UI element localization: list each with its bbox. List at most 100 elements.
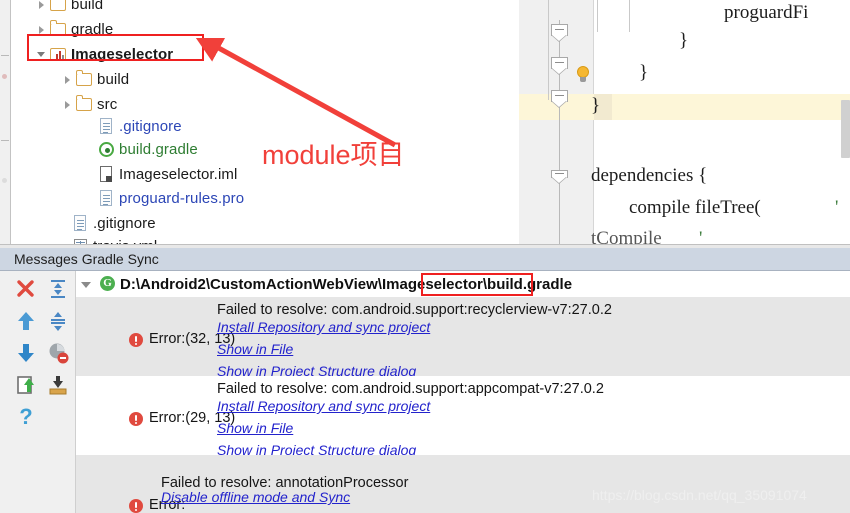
chevron-right-icon[interactable]	[35, 17, 49, 42]
folder-icon	[49, 0, 69, 17]
error-icon	[129, 412, 143, 426]
path-suffix: \build.gradle	[482, 275, 573, 293]
tree-item-label: gradle	[71, 21, 114, 38]
messages-panel-titlebar[interactable]: Messages Gradle Sync	[0, 248, 850, 271]
export-icon[interactable]	[13, 372, 39, 398]
file-icon	[97, 186, 117, 211]
tree-item-label: build	[71, 0, 104, 13]
stripe-mark	[1, 55, 9, 56]
editor-scrollbar[interactable]	[841, 100, 850, 158]
code-line: }	[591, 95, 601, 116]
svg-text:?: ?	[19, 404, 32, 429]
tree-item-label: Imageselector.iml	[119, 166, 238, 183]
tree-item-imageselector-iml[interactable]: Imageselector.iml	[83, 162, 237, 187]
screenshot-root: build gradle Imageselector build src .gitigno…	[0, 0, 850, 513]
code-fold-marker[interactable]	[551, 24, 568, 42]
code-fold-marker[interactable]	[551, 90, 568, 108]
indent-guide	[597, 0, 598, 32]
stripe-mark	[1, 140, 9, 141]
error-quickfix-link[interactable]: Show in File	[217, 420, 293, 436]
error-quickfix-link[interactable]: Show in File	[217, 341, 293, 357]
tree-item-imageselector[interactable]: Imageselector	[35, 42, 173, 67]
code-line: }	[679, 30, 689, 51]
chevron-right-icon[interactable]	[61, 67, 75, 92]
tree-item-build-gradle[interactable]: build.gradle	[83, 137, 198, 162]
module-icon	[49, 42, 69, 67]
tree-item-label: .gitignore	[119, 118, 182, 135]
fold-region-line	[559, 20, 560, 248]
file-icon	[71, 211, 91, 236]
indent-guide	[548, 0, 549, 100]
close-icon[interactable]	[13, 276, 39, 302]
messages-panel-title: Messages Gradle Sync	[14, 251, 159, 267]
error-quickfix-link[interactable]: Disable offline mode and Sync	[161, 489, 350, 505]
folder-icon	[49, 17, 69, 42]
current-line-highlight	[519, 94, 850, 120]
messages-root-row[interactable]: D:\Android2\CustomActionWebView\Imagesel…	[76, 271, 850, 297]
gutter-divider	[593, 0, 594, 248]
tree-item-proguard-rules-pro[interactable]: proguard-rules.pro	[83, 186, 244, 211]
intention-bulb-icon[interactable]	[575, 66, 591, 85]
error-message: Failed to resolve: com.android.support:r…	[217, 302, 612, 318]
folder-icon	[75, 67, 95, 92]
error-quickfix-link[interactable]: Install Repository and sync project	[217, 398, 430, 414]
chevron-right-icon[interactable]	[61, 92, 75, 117]
gradle-icon	[98, 271, 120, 297]
chevron-down-icon[interactable]	[35, 42, 49, 67]
tree-item-label: src	[97, 96, 118, 113]
gradle-file-path: D:\Android2\CustomActionWebView\Imagesel…	[120, 276, 572, 293]
tree-item-label: proguard-rules.pro	[119, 190, 245, 207]
ide-upper-area: build gradle Imageselector build src .gitigno…	[0, 0, 850, 248]
messages-panel-body: ? D:\Android2\CustomActionWebView\Images…	[0, 271, 850, 513]
error-message: Failed to resolve: com.android.support:a…	[217, 381, 604, 397]
code-fold-marker[interactable]	[551, 170, 568, 185]
error-quickfix-link[interactable]: Install Repository and sync project	[217, 319, 430, 335]
error-row[interactable]: Error: Failed to resolve: annotationProce…	[76, 455, 850, 513]
code-line: dependencies {	[591, 165, 708, 186]
move-down-icon[interactable]	[13, 340, 39, 366]
error-icon	[129, 499, 143, 513]
stripe-dot	[2, 74, 7, 79]
error-row[interactable]: Error:(29, 13) Failed to resolve: com.and…	[76, 376, 850, 458]
messages-list[interactable]: D:\Android2\CustomActionWebView\Imagesel…	[76, 271, 850, 513]
watermark-text: https://blog.csdn.net/qq_35091074	[592, 487, 807, 503]
tree-item-gradle[interactable]: gradle	[35, 17, 113, 42]
error-icon	[129, 333, 143, 347]
code-line: proguardFi	[724, 2, 809, 23]
tree-item-label: build	[97, 71, 130, 88]
gradle-icon	[97, 137, 117, 162]
annotation-label: module项目	[262, 140, 405, 170]
tree-item-label: build.gradle	[119, 141, 198, 158]
collapse-all-icon[interactable]	[45, 308, 71, 334]
path-prefix: D:\Android2\CustomActionWebView\	[120, 275, 382, 293]
tool-window-stripe[interactable]	[0, 0, 11, 248]
hide-warnings-icon[interactable]	[45, 340, 71, 366]
code-token-string: '	[835, 197, 839, 218]
chevron-right-icon[interactable]	[35, 0, 49, 17]
tree-item--gitignore[interactable]: .gitignore	[57, 211, 156, 236]
code-line: compile fileTree(	[629, 197, 761, 218]
import-icon[interactable]	[45, 372, 71, 398]
move-up-icon[interactable]	[13, 308, 39, 334]
tree-item-build[interactable]: build	[61, 67, 129, 92]
code-fold-marker[interactable]	[551, 57, 568, 75]
path-module-name: Imageselector	[381, 275, 483, 293]
file-icon	[97, 114, 117, 139]
error-row[interactable]: Error:(32, 13) Failed to resolve: com.and…	[76, 297, 850, 379]
stripe-dot	[2, 178, 7, 183]
tree-item-label: .gitignore	[93, 215, 156, 232]
indent-guide	[629, 0, 630, 32]
messages-toolbar[interactable]: ?	[9, 271, 76, 513]
iml-icon	[97, 162, 117, 187]
expand-all-icon[interactable]	[45, 276, 71, 302]
help-icon[interactable]: ?	[13, 404, 39, 430]
code-editor-pane[interactable]: proguardFi}}} dependencies {compile fileT…	[519, 0, 850, 248]
tree-item-build[interactable]: build	[35, 0, 103, 17]
tree-item--gitignore[interactable]: .gitignore	[83, 114, 182, 139]
chevron-down-icon[interactable]	[76, 271, 98, 297]
